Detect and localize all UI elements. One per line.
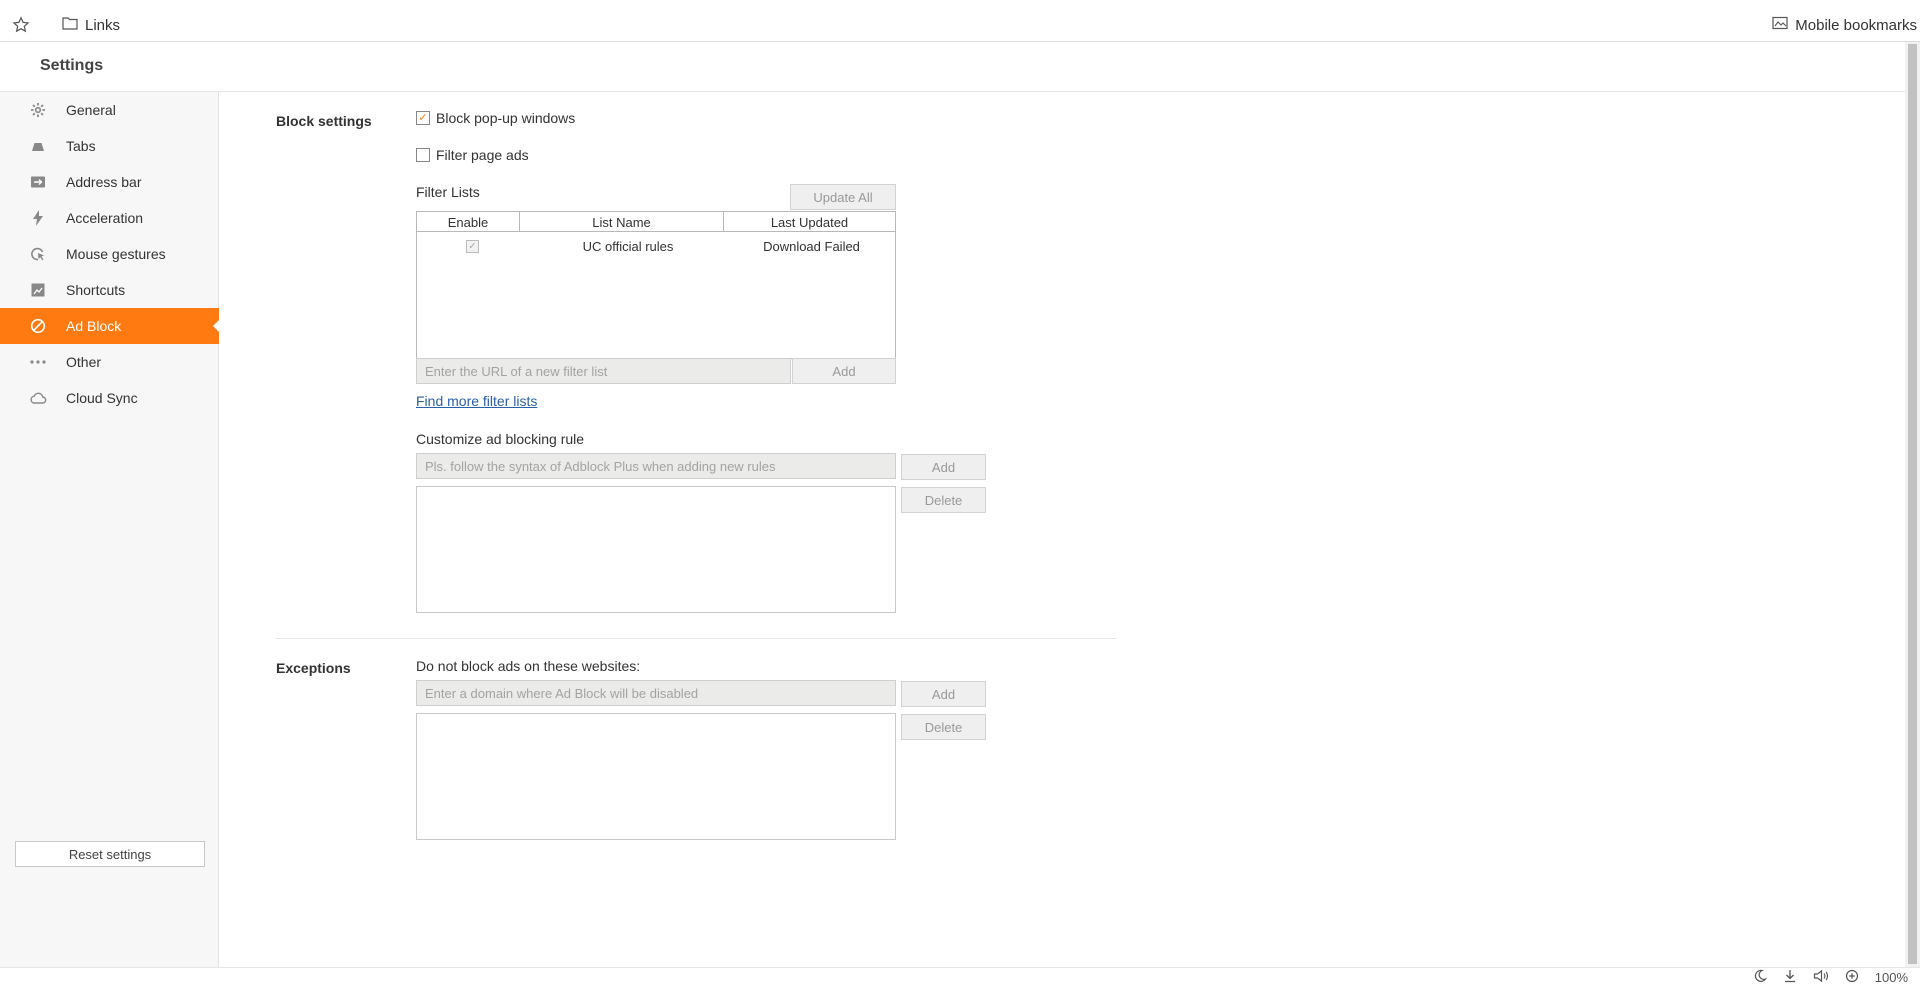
zoom-level[interactable]: 100% xyxy=(1875,970,1908,985)
filter-lists-label: Filter Lists xyxy=(416,184,480,200)
more-icon xyxy=(29,353,47,371)
sidebar-item-address-bar[interactable]: Address bar xyxy=(0,164,219,200)
status-bar-icons: 100% xyxy=(1753,968,1908,985)
sidebar-item-label: General xyxy=(66,102,116,118)
ad-rule-input[interactable]: Pls. follow the syntax of Adblock Plus w… xyxy=(416,453,896,479)
add-rule-button[interactable]: Add xyxy=(901,454,986,480)
browser-toolbar-edge xyxy=(0,0,1920,8)
sidebar-item-label: Shortcuts xyxy=(66,282,126,298)
filter-page-ads-checkbox[interactable] xyxy=(416,148,430,162)
reset-settings-button[interactable]: Reset settings xyxy=(15,841,205,867)
row-enable-cell: ✓ xyxy=(417,236,528,256)
exception-domain-input[interactable]: Enter a domain where Ad Block will be di… xyxy=(416,680,896,706)
download-icon[interactable] xyxy=(1783,969,1797,985)
settings-sidebar: General Tabs Address bar Acceleration Mo… xyxy=(0,92,220,967)
block-popup-option[interactable]: ✓ Block pop-up windows xyxy=(416,110,575,126)
bookmark-folder-label: Links xyxy=(85,16,121,34)
volume-icon[interactable] xyxy=(1813,969,1829,985)
delete-rule-button[interactable]: Delete xyxy=(901,487,986,513)
mouse-gesture-icon xyxy=(29,245,47,263)
find-more-filter-lists-link[interactable]: Find more filter lists xyxy=(416,393,537,409)
block-popup-checkbox[interactable]: ✓ xyxy=(416,111,430,125)
sidebar-item-cloud-sync[interactable]: Cloud Sync xyxy=(0,380,219,416)
sidebar-item-label: Acceleration xyxy=(66,210,144,226)
row-list-name: UC official rules xyxy=(582,238,674,254)
bookmarks-bar: Links Mobile bookmarks xyxy=(0,8,1920,42)
sidebar-item-acceleration[interactable]: Acceleration xyxy=(0,200,219,236)
vertical-scrollbar[interactable] xyxy=(1905,42,1920,967)
column-header-enable: Enable xyxy=(417,212,520,232)
address-bar-icon xyxy=(29,173,47,191)
sidebar-item-label: Mouse gestures xyxy=(66,246,166,262)
add-filter-list-button[interactable]: Add xyxy=(792,358,896,384)
exceptions-list[interactable] xyxy=(416,713,896,840)
row-last-updated: Download Failed xyxy=(763,238,860,254)
add-exception-button[interactable]: Add xyxy=(901,681,986,707)
sidebar-item-label: Address bar xyxy=(66,174,142,190)
section-divider xyxy=(276,638,1116,639)
cloud-icon xyxy=(29,389,47,407)
mobile-bookmarks-label: Mobile bookmarks xyxy=(1795,16,1917,34)
column-header-list-name: List Name xyxy=(520,212,724,232)
block-settings-heading: Block settings xyxy=(276,113,372,129)
filter-list-url-input[interactable]: Enter the URL of a new filter list xyxy=(416,358,791,384)
table-row[interactable]: ✓ UC official rules Download Failed xyxy=(417,236,895,256)
sidebar-item-other[interactable]: Other xyxy=(0,344,219,380)
scrollbar-thumb[interactable] xyxy=(1908,44,1917,964)
delete-exception-button[interactable]: Delete xyxy=(901,714,986,740)
sidebar-item-tabs[interactable]: Tabs xyxy=(0,128,219,164)
sidebar-item-label: Cloud Sync xyxy=(66,390,138,406)
mobile-bookmarks-button[interactable]: Mobile bookmarks xyxy=(1772,16,1917,34)
bookmark-star-icon[interactable] xyxy=(12,16,30,34)
mobile-bookmarks-icon xyxy=(1772,16,1788,34)
exceptions-heading: Exceptions xyxy=(276,660,351,676)
zoom-icon[interactable] xyxy=(1845,969,1859,985)
page-title: Settings xyxy=(40,57,104,74)
custom-rules-list[interactable] xyxy=(416,486,896,613)
settings-header: Settings xyxy=(0,42,1905,92)
status-bar: 100% xyxy=(0,967,1920,985)
folder-icon xyxy=(62,16,78,34)
exceptions-description: Do not block ads on these websites: xyxy=(416,658,641,674)
customize-rule-label: Customize ad blocking rule xyxy=(416,431,585,447)
sidebar-item-shortcuts[interactable]: Shortcuts xyxy=(0,272,219,308)
column-header-last-updated: Last Updated xyxy=(770,214,849,230)
tabs-icon xyxy=(29,137,47,155)
block-popup-label: Block pop-up windows xyxy=(436,110,576,126)
filter-page-ads-option[interactable]: Filter page ads xyxy=(416,147,529,163)
update-all-button[interactable]: Update All xyxy=(790,184,896,210)
shortcuts-icon xyxy=(29,281,47,299)
block-icon xyxy=(29,317,47,335)
lightning-icon xyxy=(29,209,47,227)
bookmark-folder-links[interactable]: Links xyxy=(62,16,120,34)
night-mode-icon[interactable] xyxy=(1753,969,1767,985)
filter-lists-table: Enable List Name Last Updated ✓ UC offic… xyxy=(416,211,896,359)
sidebar-item-ad-block[interactable]: Ad Block xyxy=(0,308,220,344)
sidebar-item-label: Tabs xyxy=(66,138,96,154)
sidebar-item-general[interactable]: General xyxy=(0,92,219,128)
table-header: Enable List Name Last Updated xyxy=(417,212,895,232)
sidebar-item-mouse-gestures[interactable]: Mouse gestures xyxy=(0,236,219,272)
sidebar-item-label: Ad Block xyxy=(66,318,122,334)
filter-page-ads-label: Filter page ads xyxy=(436,147,529,163)
sidebar-item-label: Other xyxy=(66,354,102,370)
row-enable-checkbox[interactable]: ✓ xyxy=(466,239,479,253)
gear-icon xyxy=(29,101,47,119)
